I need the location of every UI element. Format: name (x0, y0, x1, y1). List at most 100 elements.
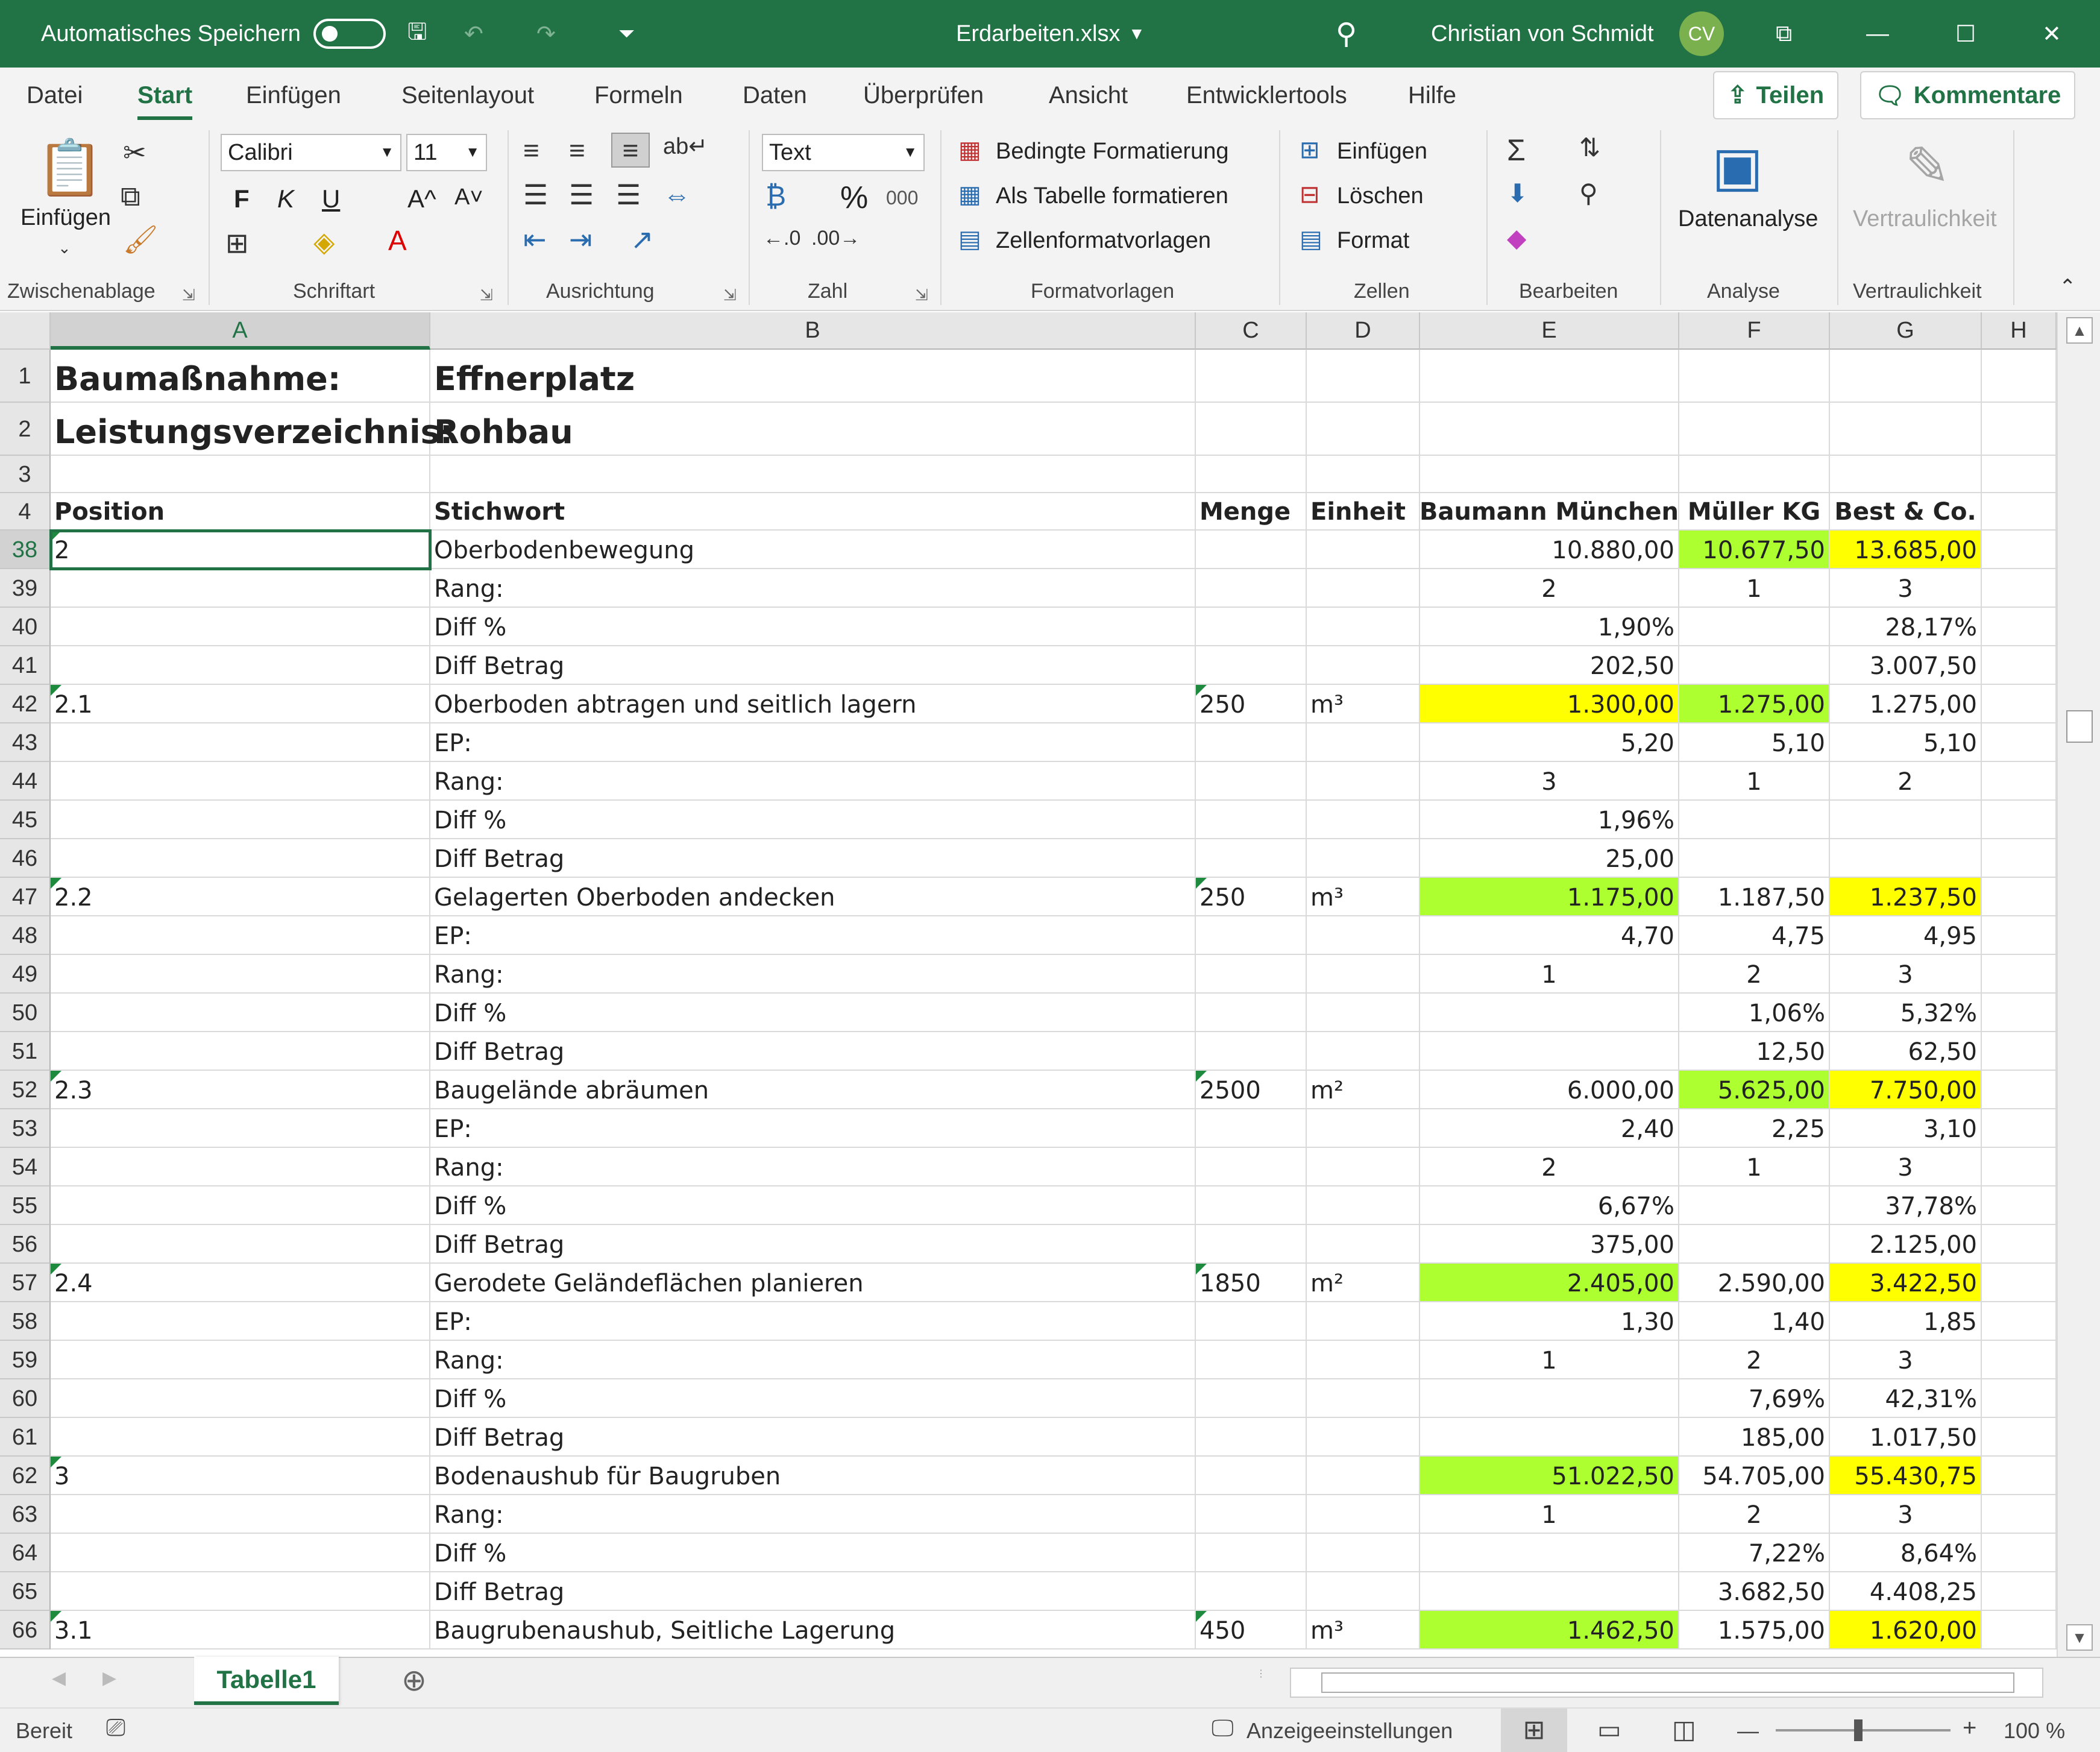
cell-h51[interactable] (1982, 1032, 2057, 1071)
merge-center-icon[interactable]: ⇔ (663, 178, 691, 211)
customize-qat-icon[interactable]: ⏷ (618, 0, 635, 68)
cell-d56[interactable] (1307, 1225, 1420, 1264)
cell-d38[interactable] (1307, 531, 1420, 569)
format-cells-icon[interactable]: ▤ (1300, 225, 1322, 253)
cell-g49[interactable]: 3 (1830, 955, 1982, 994)
cell-g63[interactable]: 3 (1830, 1495, 1982, 1534)
cell-b53[interactable]: EP: (430, 1109, 1196, 1148)
cell-b59[interactable]: Rang: (430, 1341, 1196, 1379)
cell-a56[interactable] (51, 1225, 430, 1264)
zoom-slider[interactable] (1776, 1729, 1951, 1732)
row-header[interactable]: 64 (0, 1534, 51, 1572)
row-header[interactable]: 44 (0, 762, 51, 801)
cell-h57[interactable] (1982, 1264, 2057, 1302)
cell-c55[interactable] (1196, 1186, 1307, 1225)
cell-a44[interactable] (51, 762, 430, 801)
cell-f58[interactable]: 1,40 (1679, 1302, 1830, 1341)
cell-c48[interactable] (1196, 916, 1307, 955)
paste-icon[interactable]: 📋 (36, 136, 104, 200)
cell-c1[interactable] (1196, 350, 1307, 403)
display-settings-button[interactable]: Anzeigeeinstellungen (1246, 1718, 1453, 1744)
cell-g61[interactable]: 1.017,50 (1830, 1418, 1982, 1457)
column-header-d[interactable]: D (1307, 312, 1420, 350)
cell-h62[interactable] (1982, 1457, 2057, 1495)
sort-filter-icon[interactable]: ⇅ (1579, 133, 1600, 162)
cell-a42[interactable]: 2.1 (51, 685, 430, 723)
cell-b1[interactable]: Effnerplatz (430, 350, 1196, 403)
cell-b60[interactable]: Diff % (430, 1379, 1196, 1418)
cell-a49[interactable] (51, 955, 430, 994)
cell-e53[interactable]: 2,40 (1420, 1109, 1679, 1148)
cell-f56[interactable] (1679, 1225, 1830, 1264)
row-header[interactable]: 2 (0, 403, 51, 456)
cell-b52[interactable]: Baugelände abräumen (430, 1071, 1196, 1109)
cell-d42[interactable]: m³ (1307, 685, 1420, 723)
cell-h58[interactable] (1982, 1302, 2057, 1341)
cell-g66[interactable]: 1.620,00 (1830, 1611, 1982, 1650)
vertical-scrollbar[interactable]: ▲ ▼ (2057, 312, 2100, 1658)
cell-a47[interactable]: 2.2 (51, 878, 430, 916)
cell-c49[interactable] (1196, 955, 1307, 994)
cell-h59[interactable] (1982, 1341, 2057, 1379)
cell-a66[interactable]: 3.1 (51, 1611, 430, 1650)
cell-d43[interactable] (1307, 723, 1420, 762)
cell-g62[interactable]: 55.430,75 (1830, 1457, 1982, 1495)
cell-g2[interactable] (1830, 403, 1982, 456)
tab-start[interactable]: Start (137, 82, 193, 120)
zoom-level[interactable]: 100 % (2004, 1718, 2065, 1744)
row-header[interactable]: 58 (0, 1302, 51, 1341)
cell-e56[interactable]: 375,00 (1420, 1225, 1679, 1264)
accounting-format-icon[interactable]: ₿ (765, 180, 786, 212)
tab-formeln[interactable]: Formeln (594, 82, 683, 109)
cell-e1[interactable] (1420, 350, 1679, 403)
cell-a43[interactable] (51, 723, 430, 762)
cell-c43[interactable] (1196, 723, 1307, 762)
insert-cells-icon[interactable]: ⊞ (1300, 136, 1320, 164)
cell-f50[interactable]: 1,06% (1679, 994, 1830, 1032)
cell-h64[interactable] (1982, 1534, 2057, 1572)
align-center-icon[interactable]: ☰ (569, 178, 594, 211)
cell-c60[interactable] (1196, 1379, 1307, 1418)
autosave-toggle[interactable] (313, 0, 386, 68)
column-header-f[interactable]: F (1679, 312, 1830, 350)
maximize-icon[interactable]: ☐ (1955, 0, 1976, 68)
cell-g56[interactable]: 2.125,00 (1830, 1225, 1982, 1264)
cell-a46[interactable] (51, 839, 430, 878)
cell-h3[interactable] (1982, 456, 2057, 493)
sheet-tab-tabelle1[interactable]: Tabelle1 (194, 1657, 339, 1705)
decrease-decimal-icon[interactable]: .00→ (811, 227, 860, 250)
cell-f46[interactable] (1679, 839, 1830, 878)
font-color-icon[interactable]: A (388, 224, 407, 257)
cell-f62[interactable]: 54.705,00 (1679, 1457, 1830, 1495)
user-avatar[interactable]: CV (1679, 0, 1724, 68)
cell-e41[interactable]: 202,50 (1420, 646, 1679, 685)
cell-h43[interactable] (1982, 723, 2057, 762)
cell-h4[interactable] (1982, 493, 2057, 531)
cell-a57[interactable]: 2.4 (51, 1264, 430, 1302)
paste-label[interactable]: Einfügen (20, 205, 111, 231)
row-header[interactable]: 1 (0, 350, 51, 403)
cell-d63[interactable] (1307, 1495, 1420, 1534)
cell-f52[interactable]: 5.625,00 (1679, 1071, 1830, 1109)
column-header-g[interactable]: G (1830, 312, 1982, 350)
cell-e4[interactable]: Baumann München (1419, 493, 1679, 531)
cell-d60[interactable] (1307, 1379, 1420, 1418)
cell-h45[interactable] (1982, 801, 2057, 839)
cell-c66[interactable]: 450 (1196, 1611, 1307, 1650)
cell-e62[interactable]: 51.022,50 (1420, 1457, 1679, 1495)
row-header[interactable]: 59 (0, 1341, 51, 1379)
conditional-formatting-button[interactable]: Bedingte Formatierung (996, 139, 1229, 165)
cell-f1[interactable] (1679, 350, 1830, 403)
cell-a45[interactable] (51, 801, 430, 839)
search-icon[interactable]: ⚲ (1336, 0, 1357, 68)
cell-f43[interactable]: 5,10 (1679, 723, 1830, 762)
cell-c51[interactable] (1196, 1032, 1307, 1071)
cell-d47[interactable]: m³ (1307, 878, 1420, 916)
cell-c3[interactable] (1196, 456, 1307, 493)
cell-f40[interactable] (1679, 608, 1830, 646)
format-as-table-button[interactable]: Als Tabelle formatieren (996, 183, 1228, 209)
cell-b50[interactable]: Diff % (430, 994, 1196, 1032)
cell-f38[interactable]: 10.677,50 (1679, 531, 1830, 569)
cell-b42[interactable]: Oberboden abtragen und seitlich lagern (430, 685, 1196, 723)
cell-h46[interactable] (1982, 839, 2057, 878)
